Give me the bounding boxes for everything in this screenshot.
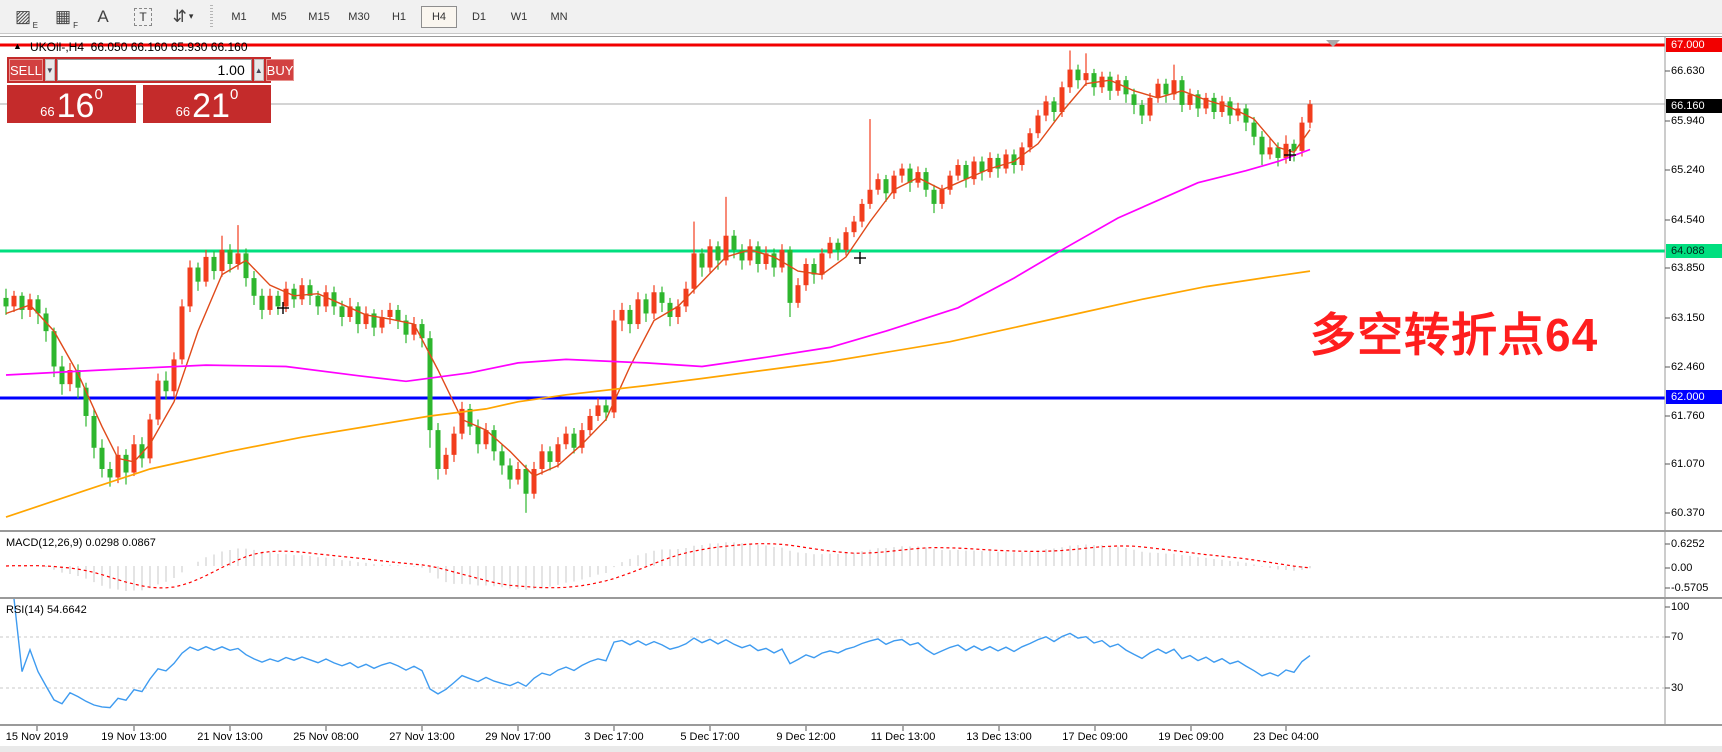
ask-pipette: 0 xyxy=(230,86,238,103)
price-badge-66.160: 66.160 xyxy=(1666,99,1722,113)
buy-button[interactable]: BUY xyxy=(266,59,295,81)
symbol-ohlc-line: UKOil-,H4 66.050 66.160 65.930 66.160 xyxy=(30,40,248,54)
timeframe-button-m5[interactable]: M5 xyxy=(261,6,297,28)
time-tick: 13 Dec 13:00 xyxy=(966,731,1031,743)
toolbar: ▨E▦FAT⇵▾ M1M5M15M30H1H4D1W1MN xyxy=(0,0,1722,34)
time-tick: 5 Dec 17:00 xyxy=(680,731,739,743)
text-label-icon[interactable]: A xyxy=(86,4,120,30)
indicator-axis-30: 30 xyxy=(1671,682,1683,695)
time-tick: 11 Dec 13:00 xyxy=(871,731,936,743)
toolbar-grip[interactable] xyxy=(210,5,213,29)
indicator-axis-100: 100 xyxy=(1671,601,1689,614)
price-tick-63.150: 63.150 xyxy=(1671,311,1705,325)
time-tick: 19 Nov 13:00 xyxy=(101,731,166,743)
one-click-trading-widget: SELL ▼ ▲ BUY 66160 66210 xyxy=(7,57,271,123)
price-tick-64.540: 64.540 xyxy=(1671,213,1705,227)
rsi-label: RSI(14) 54.6642 xyxy=(6,604,87,616)
chart-annotation-text: 多空转折点64 xyxy=(1310,299,1598,365)
timeframe-bar: M1M5M15M30H1H4D1W1MN xyxy=(221,6,581,28)
price-tick-61.070: 61.070 xyxy=(1671,457,1705,471)
price-tick-65.940: 65.940 xyxy=(1671,114,1705,128)
timeframe-button-m1[interactable]: M1 xyxy=(221,6,257,28)
indicators-icon[interactable]: ▨E xyxy=(6,4,40,30)
sell-button[interactable]: SELL xyxy=(9,59,43,81)
bid-big-figure: 66 xyxy=(40,104,54,119)
collapse-trade-panel-icon[interactable]: ▲ xyxy=(13,41,22,51)
time-tick: 3 Dec 17:00 xyxy=(584,731,643,743)
time-tick: 27 Nov 13:00 xyxy=(389,731,454,743)
price-tick-63.850: 63.850 xyxy=(1671,261,1705,275)
price-badge-62.000: 62.000 xyxy=(1666,390,1722,404)
bid-pips: 16 xyxy=(57,89,95,123)
price-tick-62.460: 62.460 xyxy=(1671,360,1705,374)
price-tick-66.630: 66.630 xyxy=(1671,64,1705,78)
indicator-axis-0.00: 0.00 xyxy=(1671,562,1692,575)
toolbar-icons: ▨E▦FAT⇵▾ xyxy=(0,4,200,30)
price-badge-64.088: 64.088 xyxy=(1666,244,1722,258)
timeframe-button-h4[interactable]: H4 xyxy=(421,6,457,28)
price-tick-60.370: 60.370 xyxy=(1671,506,1705,520)
bid-price-button[interactable]: 66160 xyxy=(7,85,136,123)
time-tick: 19 Dec 09:00 xyxy=(1158,731,1223,743)
time-tick: 21 Nov 13:00 xyxy=(197,731,262,743)
volume-increase-button[interactable]: ▲ xyxy=(254,59,264,81)
indicator-axis--0.5705: -0.5705 xyxy=(1671,582,1708,595)
ask-big-figure: 66 xyxy=(176,104,190,119)
price-badge-67.000: 67.000 xyxy=(1666,38,1722,52)
price-tick-61.760: 61.760 xyxy=(1671,409,1705,423)
volume-input[interactable] xyxy=(57,59,252,81)
time-tick: 25 Nov 08:00 xyxy=(293,731,358,743)
timeframe-button-mn[interactable]: MN xyxy=(541,6,577,28)
time-tick: 17 Dec 09:00 xyxy=(1062,731,1127,743)
timeframe-button-d1[interactable]: D1 xyxy=(461,6,497,28)
timeframe-button-w1[interactable]: W1 xyxy=(501,6,537,28)
bid-pipette: 0 xyxy=(94,86,102,103)
ask-price-button[interactable]: 66210 xyxy=(143,85,271,123)
indicator-axis-0.6252: 0.6252 xyxy=(1671,538,1705,551)
timeframe-button-m30[interactable]: M30 xyxy=(341,6,377,28)
indicator-window-icon[interactable]: ▦F xyxy=(46,4,80,30)
trading-platform-window: ▨E▦FAT⇵▾ M1M5M15M30H1H4D1W1MN ▲ UKOil-,H… xyxy=(0,0,1722,752)
time-tick: 23 Dec 04:00 xyxy=(1253,731,1318,743)
text-box-icon[interactable]: T xyxy=(126,4,160,30)
chart-window[interactable] xyxy=(0,36,1722,752)
macd-label: MACD(12,26,9) 0.0298 0.0867 xyxy=(6,537,156,549)
indicator-axis-70: 70 xyxy=(1671,631,1683,644)
sort-order-icon[interactable]: ⇵▾ xyxy=(166,4,200,30)
time-tick: 15 Nov 2019 xyxy=(6,731,68,743)
timeframe-button-m15[interactable]: M15 xyxy=(301,6,337,28)
volume-decrease-button[interactable]: ▼ xyxy=(45,59,55,81)
window-bottom-edge xyxy=(0,746,1722,752)
time-tick: 29 Nov 17:00 xyxy=(485,731,550,743)
price-tick-65.240: 65.240 xyxy=(1671,163,1705,177)
time-tick: 9 Dec 12:00 xyxy=(776,731,835,743)
ask-pips: 21 xyxy=(192,89,230,123)
timeframe-button-h1[interactable]: H1 xyxy=(381,6,417,28)
